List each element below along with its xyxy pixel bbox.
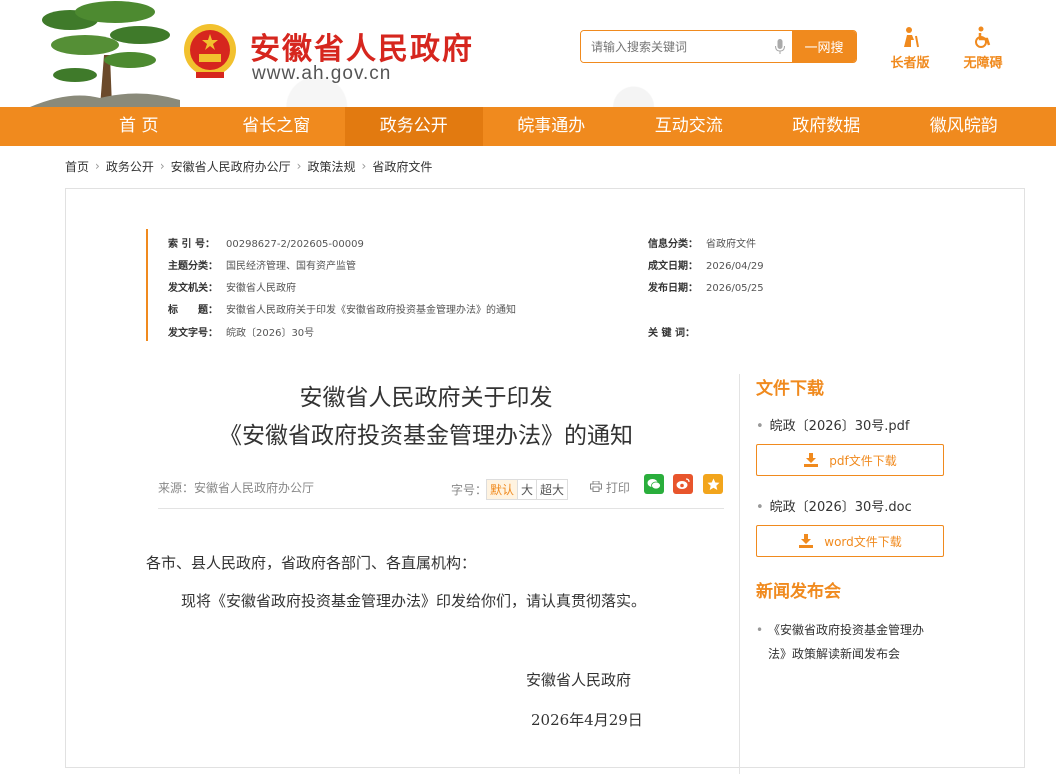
font-xlarge-button[interactable]: 超大 <box>536 479 569 500</box>
font-size-controls: 字号： 默认大超大 <box>451 479 569 500</box>
meta-doc-no: 发文字号： 皖政〔2026〕30号 <box>168 328 315 339</box>
breadcrumb-policies[interactable]: 政策法规 <box>307 158 355 175</box>
weibo-share-icon[interactable] <box>673 474 693 494</box>
site-url: www.ah.gov.cn <box>252 63 392 84</box>
document-date: 2026年4月29日 <box>531 711 643 729</box>
body-paragraph: 现将《安徽省政府投资基金管理办法》印发给你们，请认真贯彻落实。 <box>181 592 647 610</box>
favorite-star-icon[interactable] <box>703 474 723 494</box>
print-button[interactable]: 打印 <box>590 479 630 496</box>
nav-government-affairs[interactable]: 政务公开 <box>345 107 483 146</box>
word-download-button[interactable]: word文件下载 <box>756 525 944 557</box>
chevron-right-icon: › <box>95 159 100 173</box>
document-metadata: 索 引 号： 00298627-2/202605-00009 主题分类： 国民经济管… <box>146 229 846 341</box>
meta-written-date: 成文日期： 2026/04/29 <box>648 261 764 272</box>
nav-home[interactable]: 首 页 <box>70 107 208 146</box>
doc-file-name[interactable]: 皖政〔2026〕30号.doc <box>756 496 989 515</box>
chevron-right-icon: › <box>361 159 367 173</box>
font-size-label: 字号： <box>451 483 488 497</box>
meta-published-date: 发布日期： 2026/05/25 <box>648 283 764 294</box>
file-download-heading: 文件下载 <box>756 379 824 399</box>
pdf-download-button[interactable]: pdf文件下载 <box>756 444 944 476</box>
pine-tree-logo-icon <box>30 1 180 107</box>
national-emblem-icon <box>184 24 236 78</box>
search-input[interactable] <box>581 31 768 62</box>
nav-anhui-culture[interactable]: 徽风皖韵 <box>895 107 1033 146</box>
meta-keywords: 关 键 词： <box>648 328 695 339</box>
document-toolbar: 来源：安徽省人民政府办公厅 字号： 默认大超大 打印 <box>158 473 724 509</box>
pdf-download-label: pdf文件下载 <box>829 453 897 468</box>
search-box: 一网搜 <box>580 30 857 63</box>
download-icon <box>804 453 819 467</box>
meta-issuer: 发文机关： 安徽省人民政府 <box>168 283 296 294</box>
microphone-icon[interactable] <box>768 31 792 62</box>
word-download-label: word文件下载 <box>824 534 902 549</box>
document-body: 各市、县人民政府，省政府各部门、各直属机构： 现将《安徽省政府投资基金管理办法》… <box>146 544 736 620</box>
meta-title: 标 题： 安徽省人民政府关于印发《安徽省政府投资基金管理办法》的通知 <box>168 305 516 316</box>
document-source: 来源：安徽省人民政府办公厅 <box>158 481 315 495</box>
meta-index-no: 索 引 号： 00298627-2/202605-00009 <box>168 239 364 250</box>
breadcrumb-home[interactable]: 首页 <box>65 158 89 175</box>
wechat-share-icon[interactable] <box>644 474 664 494</box>
site-header: 安徽省人民政府 www.ah.gov.cn 一网搜 长者版 无障碍 <box>0 0 1056 107</box>
font-default-button[interactable]: 默认 <box>486 479 519 500</box>
sidebar: 文件下载 皖政〔2026〕30号.pdf pdf文件下载 皖政〔2026〕30号… <box>739 374 989 774</box>
elder-icon <box>904 27 919 48</box>
meta-category: 信息分类： 省政府文件 <box>648 239 756 250</box>
nav-online-services[interactable]: 皖事通办 <box>483 107 621 146</box>
document-title: 安徽省人民政府关于印发 《安徽省政府投资基金管理办法》的通知 <box>219 385 633 449</box>
font-large-button[interactable]: 大 <box>517 479 538 500</box>
wheelchair-icon <box>975 26 991 48</box>
main-nav: 首 页 省长之窗 政务公开 皖事通办 互动交流 政府数据 徽风皖韵 <box>0 107 1056 146</box>
site-title[interactable]: 安徽省人民政府 <box>250 24 474 68</box>
content-panel: 索 引 号： 00298627-2/202605-00009 主题分类： 国民经济管… <box>65 188 1025 774</box>
salutation: 各市、县人民政府，省政府各部门、各直属机构： <box>146 554 477 572</box>
breadcrumb-provincial-documents[interactable]: 省政府文件 <box>372 158 432 175</box>
press-conference-link[interactable]: 《安徽省政府投资基金管理办法》政策解读新闻发布会 <box>756 618 936 666</box>
nav-interaction[interactable]: 互动交流 <box>620 107 758 146</box>
download-icon <box>799 534 814 548</box>
accessibility-button[interactable]: 无障碍 <box>953 26 1013 71</box>
elder-mode-label: 长者版 <box>890 56 930 71</box>
print-label: 打印 <box>605 481 630 495</box>
meta-topic: 主题分类： 国民经济管理、国有资产监管 <box>168 261 356 272</box>
pdf-file-name[interactable]: 皖政〔2026〕30号.pdf <box>756 415 989 434</box>
elder-mode-button[interactable]: 长者版 <box>880 26 940 71</box>
accessibility-label: 无障碍 <box>963 56 1003 71</box>
document-signature: 安徽省人民政府 <box>526 671 632 689</box>
breadcrumb: 首页 › 政务公开 › 安徽省人民政府办公厅 › 政策法规 › 省政府文件 <box>0 146 1056 186</box>
nav-governor-window[interactable]: 省长之窗 <box>208 107 346 146</box>
printer-icon <box>590 480 602 492</box>
press-conference-heading: 新闻发布会 <box>756 582 841 602</box>
nav-government-data[interactable]: 政府数据 <box>758 107 896 146</box>
search-button[interactable]: 一网搜 <box>792 31 856 62</box>
chevron-right-icon: › <box>159 159 165 173</box>
breadcrumb-general-office[interactable]: 安徽省人民政府办公厅 <box>171 158 291 175</box>
breadcrumb-government-affairs[interactable]: 政务公开 <box>106 158 154 175</box>
chevron-right-icon: › <box>296 159 302 173</box>
